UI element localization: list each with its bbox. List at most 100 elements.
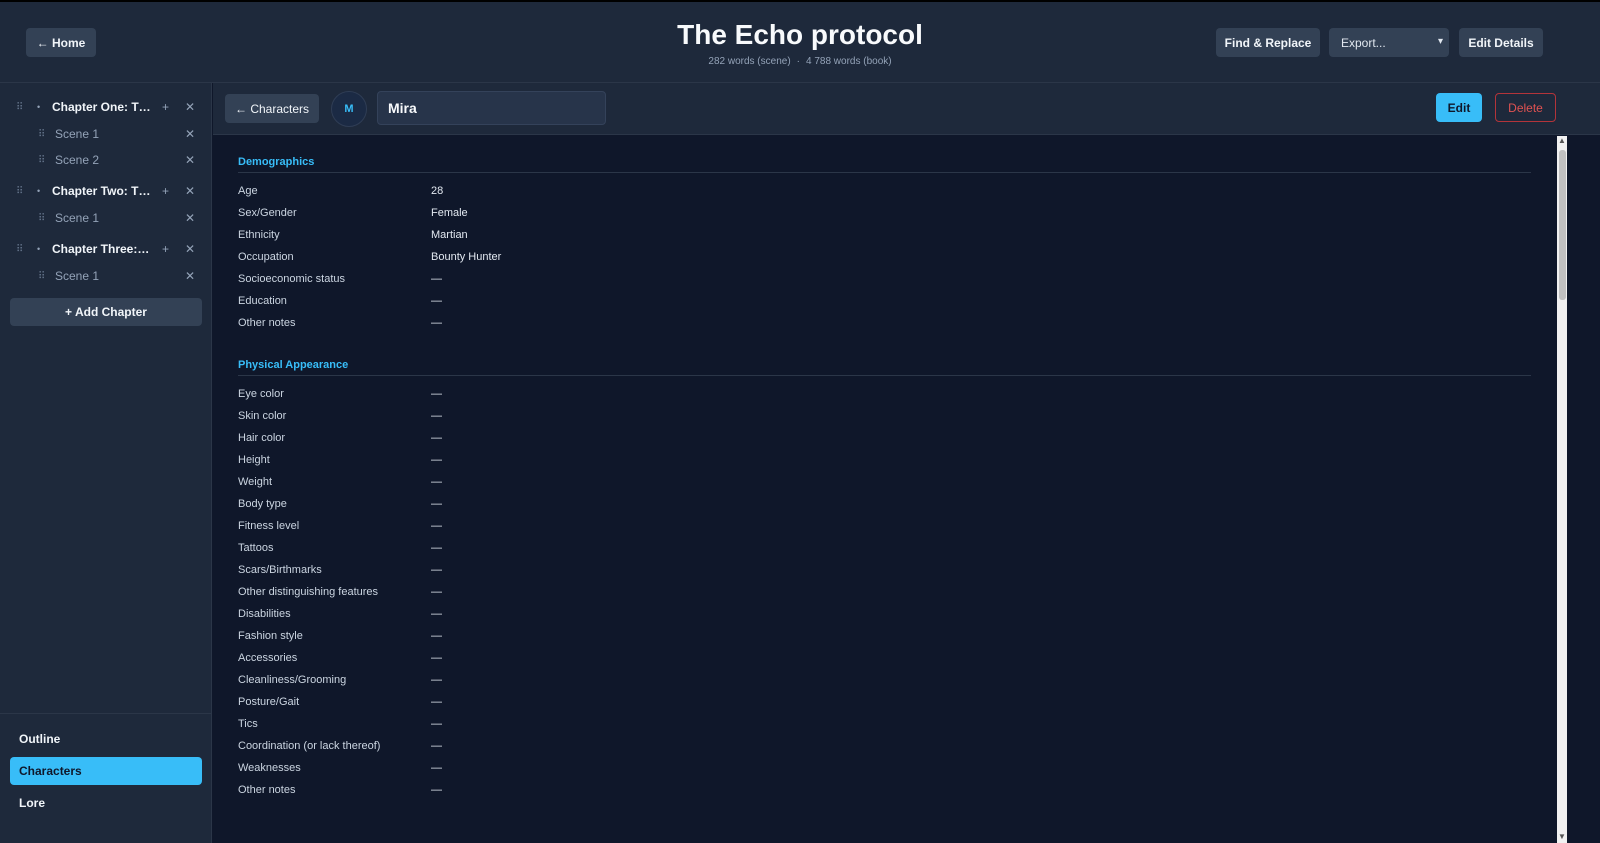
collapse-bullet-icon[interactable]: • [37,102,40,112]
field-row: Height — [238,454,1038,476]
field-row: Posture/Gait — [238,696,1038,718]
field-label: Other distinguishing features [238,586,379,598]
scene-row[interactable]: ⠿ Scene 1 ✕ [0,205,212,231]
section-title: Physical Appearance [238,359,1531,376]
drag-handle-icon[interactable]: ⠿ [38,129,45,140]
avatar: M [331,91,367,127]
close-icon[interactable]: ✕ [185,127,195,141]
field-label: Occupation [238,251,294,263]
scene-title[interactable]: Scene 1 [55,127,99,141]
close-icon[interactable]: ✕ [185,153,195,167]
chapter-row[interactable]: ⠿ • Chapter Two: Th... + ✕ [0,178,212,204]
field-row: Weaknesses — [238,762,1038,784]
field-label: Ethnicity [238,229,280,241]
sidebar-nav: Outline Characters Lore [0,713,212,843]
character-header: ← Characters M Edit Delete [213,83,1600,135]
field-row: Hair color — [238,432,1038,454]
close-icon[interactable]: ✕ [185,269,195,283]
field-row: Scars/Birthmarks — [238,564,1038,586]
field-row: Disabilities — [238,608,1038,630]
collapse-bullet-icon[interactable]: • [37,186,40,196]
export-select-value: Export... [1341,35,1386,50]
drag-handle-icon[interactable]: ⠿ [38,271,45,282]
field-label: Tattoos [238,542,274,554]
home-button[interactable]: ← Home [26,28,96,57]
scene-title[interactable]: Scene 2 [55,153,99,167]
back-to-characters-button[interactable]: ← Characters [225,94,319,123]
field-value: — [431,454,442,466]
scene-title[interactable]: Scene 1 [55,211,99,225]
edit-details-button[interactable]: Edit Details [1459,28,1543,57]
find-replace-button[interactable]: Find & Replace [1216,28,1320,57]
field-value: — [431,542,442,554]
field-label: Hair color [238,432,286,444]
book-title: The Echo protocol [677,19,923,50]
field-value: 28 [431,185,444,197]
field-row: Occupation Bounty Hunter [238,251,1038,273]
nav-outline[interactable]: Outline [10,725,202,753]
chapter-title[interactable]: Chapter One: Th... [52,100,152,114]
chapter-row[interactable]: ⠿ • Chapter One: Th... + ✕ [0,94,212,120]
sidebar: ⠿ • Chapter One: Th... + ✕ ⠿ Scene 1 ✕ ⠿… [0,83,212,843]
section-title: Demographics [238,156,1531,173]
field-row: Cleanliness/Grooming — [238,674,1038,696]
field-value: — [431,652,442,664]
field-value: — [431,586,442,598]
field-label: Eye color [238,388,284,400]
drag-handle-icon[interactable]: ⠿ [38,155,45,166]
field-value: — [431,476,442,488]
drag-handle-icon[interactable]: ⠿ [38,213,45,224]
nav-lore[interactable]: Lore [10,789,202,817]
export-select[interactable]: Export... ▾ [1329,28,1449,57]
field-value: — [431,520,442,532]
field-label: Fashion style [238,630,303,642]
field-label: Socioeconomic status [238,273,345,285]
word-count: 282 words (scene) · 4 788 words (book) [500,56,1100,67]
field-value: — [431,762,442,774]
chapter-title[interactable]: Chapter Three: T... [52,242,152,256]
drag-handle-icon[interactable]: ⠿ [16,186,23,197]
field-row: Socioeconomic status — [238,273,1038,295]
scene-row[interactable]: ⠿ Scene 1 ✕ [0,263,212,289]
book-word-count: 4 788 words (book) [806,56,892,67]
chapter-row[interactable]: ⠿ • Chapter Three: T... + ✕ [0,236,212,262]
field-label: Cleanliness/Grooming [238,674,347,686]
field-value: — [431,295,442,307]
close-icon[interactable]: ✕ [185,242,195,256]
word-count-separator: · [796,56,800,67]
delete-button[interactable]: Delete [1495,93,1556,122]
field-value: — [431,608,442,620]
field-row: Eye color — [238,388,1038,410]
field-value: — [431,696,442,708]
scene-title[interactable]: Scene 1 [55,269,99,283]
field-row: Sex/Gender Female [238,207,1038,229]
plus-icon[interactable]: + [162,184,169,198]
collapse-bullet-icon[interactable]: • [37,244,40,254]
field-value: — [431,273,442,285]
field-row: Weight — [238,476,1038,498]
close-icon[interactable]: ✕ [185,184,195,198]
plus-icon[interactable]: + [162,242,169,256]
scene-word-count: 282 words (scene) [708,56,791,67]
nav-characters[interactable]: Characters [10,757,202,785]
drag-handle-icon[interactable]: ⠿ [16,102,23,113]
chapter-title[interactable]: Chapter Two: Th... [52,184,152,198]
scrollbar-thumb[interactable] [1559,150,1566,300]
close-icon[interactable]: ✕ [185,211,195,225]
field-row: Fashion style — [238,630,1038,652]
scene-row[interactable]: ⠿ Scene 2 ✕ [0,147,212,173]
field-value: — [431,317,442,329]
field-label: Posture/Gait [238,696,300,708]
scene-row[interactable]: ⠿ Scene 1 ✕ [0,121,212,147]
scroll-up-arrow-icon[interactable]: ▲ [1558,136,1566,145]
scroll-down-arrow-icon[interactable]: ▼ [1558,832,1566,841]
edit-button[interactable]: Edit [1436,93,1482,122]
field-label: Sex/Gender [238,207,297,219]
close-icon[interactable]: ✕ [185,100,195,114]
plus-icon[interactable]: + [162,100,169,114]
field-label: Height [238,454,270,466]
field-label: Fitness level [238,520,300,532]
add-chapter-button[interactable]: + Add Chapter [10,298,202,326]
character-name-field[interactable] [377,91,606,125]
drag-handle-icon[interactable]: ⠿ [16,244,23,255]
